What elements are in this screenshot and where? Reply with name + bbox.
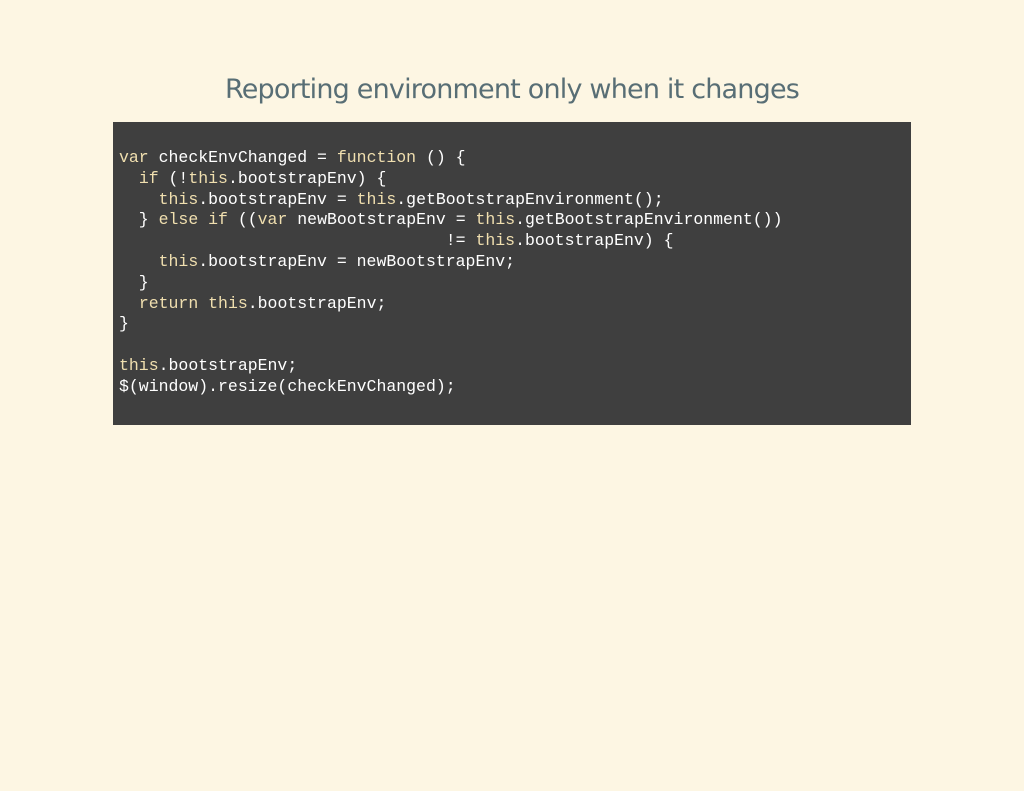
code-line: this.bootstrapEnv = this.getBootstrapEnv… xyxy=(119,190,911,211)
code-keyword: this xyxy=(158,251,199,271)
slide-title: Reporting environment only when it chang… xyxy=(224,74,800,105)
code-text: .bootstrapEnv) { xyxy=(227,168,387,188)
code-text: != xyxy=(119,231,476,251)
code-text: checkEnvChanged = xyxy=(148,148,337,167)
code-line: != this.bootstrapEnv) { xyxy=(119,231,911,252)
code-block: var checkEnvChanged = function () { if (… xyxy=(113,122,911,398)
code-block-panel: var checkEnvChanged = function () { if (… xyxy=(113,122,911,425)
code-text: (! xyxy=(158,168,189,188)
code-line: $(window).resize(checkEnvChanged); xyxy=(119,377,911,398)
code-text: newBootstrapEnv = xyxy=(287,210,476,230)
code-keyword: this xyxy=(208,293,248,313)
code-text: .bootstrapEnv; xyxy=(158,355,298,375)
code-text: .bootstrapEnv = xyxy=(198,189,357,209)
code-line: this.bootstrapEnv; xyxy=(119,356,911,377)
code-keyword: if xyxy=(138,168,159,188)
code-text: .bootstrapEnv) { xyxy=(515,231,674,251)
code-text: () { xyxy=(416,148,466,167)
code-text: } xyxy=(119,314,129,334)
code-keyword: return xyxy=(138,293,199,313)
code-line: } else if ((var newBootstrapEnv = this.g… xyxy=(119,210,911,231)
code-line: this.bootstrapEnv = newBootstrapEnv; xyxy=(119,252,911,273)
code-line: var checkEnvChanged = function () { xyxy=(119,148,911,169)
code-keyword: this xyxy=(119,355,159,375)
code-text: .bootstrapEnv; xyxy=(247,293,387,313)
code-keyword: this xyxy=(158,189,199,209)
code-text: (( xyxy=(227,210,258,230)
code-text: } xyxy=(119,272,149,292)
code-keyword: function xyxy=(336,148,417,167)
code-text: .bootstrapEnv = newBootstrapEnv; xyxy=(198,251,516,271)
code-keyword: var xyxy=(257,210,288,230)
code-keyword: var xyxy=(119,148,149,167)
code-keyword: if xyxy=(208,210,228,230)
code-text: } xyxy=(119,210,159,230)
code-keyword: this xyxy=(356,189,397,209)
code-line: if (!this.bootstrapEnv) { xyxy=(119,169,911,190)
code-keyword: this xyxy=(188,168,228,188)
code-text: .getBootstrapEnvironment()) xyxy=(515,210,783,230)
code-line: return this.bootstrapEnv; xyxy=(119,294,911,315)
code-keyword: else xyxy=(158,210,199,230)
code-keyword: this xyxy=(475,231,516,251)
code-keyword: this xyxy=(475,210,516,230)
code-line: } xyxy=(119,273,911,294)
code-line: } xyxy=(119,314,911,335)
code-text: $(window).resize(checkEnvChanged); xyxy=(119,376,456,396)
code-text: .getBootstrapEnvironment(); xyxy=(396,189,664,209)
